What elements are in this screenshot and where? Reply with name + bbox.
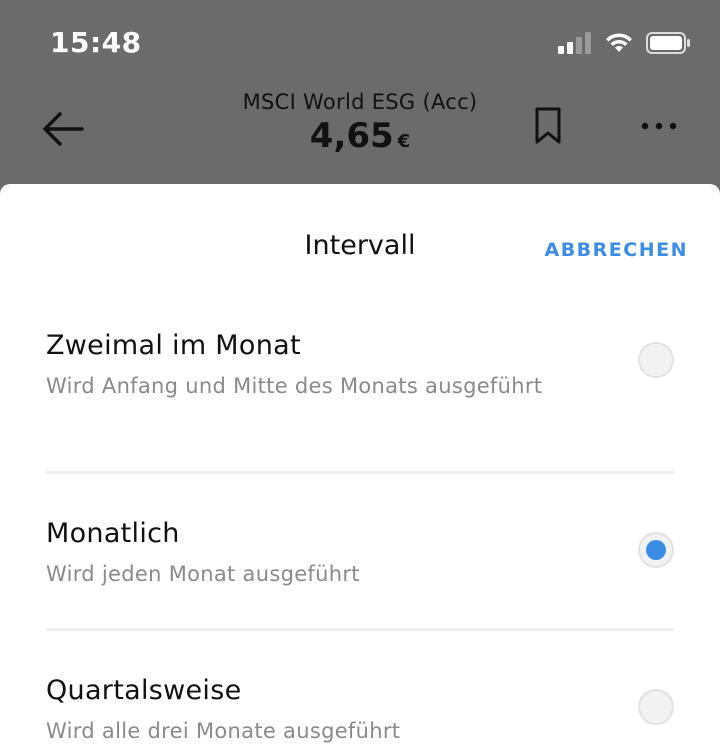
more-icon <box>641 122 677 130</box>
cancel-button[interactable]: ABBRECHEN <box>544 239 688 261</box>
status-time: 15:48 <box>50 26 142 59</box>
radio-button[interactable] <box>638 689 674 725</box>
screen: 15:48 MSCI World ESG (Acc) 4,65 € Interv… <box>0 0 720 754</box>
option-twice-monthly[interactable]: Zweimal im Monat Wird Anfang und Mitte d… <box>46 314 674 471</box>
header-center: MSCI World ESG (Acc) 4,65 € <box>0 90 720 156</box>
status-bar: 15:48 <box>0 0 720 84</box>
bookmark-button[interactable] <box>528 106 568 146</box>
radio-button-selected[interactable] <box>638 532 674 568</box>
more-button[interactable] <box>634 106 684 146</box>
option-monthly[interactable]: Monatlich Wird jeden Monat ausgeführt <box>46 471 674 628</box>
interval-sheet: Intervall ABBRECHEN Zweimal im Monat Wir… <box>0 184 720 754</box>
app-header: MSCI World ESG (Acc) 4,65 € <box>0 84 720 184</box>
battery-icon <box>646 32 692 58</box>
instrument-title: MSCI World ESG (Acc) <box>242 90 478 114</box>
option-description: Wird alle drei Monate ausgeführt <box>46 719 401 743</box>
option-description: Wird Anfang und Mitte des Monats ausgefü… <box>46 374 543 398</box>
price-value: 4,65 <box>309 116 394 156</box>
option-title: Monatlich <box>46 518 180 549</box>
wifi-icon <box>604 32 634 58</box>
radio-button[interactable] <box>638 342 674 378</box>
option-quarterly[interactable]: Quartalsweise Wird alle drei Monate ausg… <box>46 628 674 754</box>
instrument-price: 4,65 € <box>0 116 720 156</box>
option-title: Quartalsweise <box>46 675 242 706</box>
status-icons <box>558 32 692 58</box>
signal-icon <box>558 32 592 58</box>
option-description: Wird jeden Monat ausgeführt <box>46 562 360 586</box>
sheet-header: Intervall ABBRECHEN <box>0 184 720 314</box>
bookmark-icon <box>535 107 561 144</box>
option-title: Zweimal im Monat <box>46 330 301 361</box>
price-currency: € <box>397 131 411 152</box>
